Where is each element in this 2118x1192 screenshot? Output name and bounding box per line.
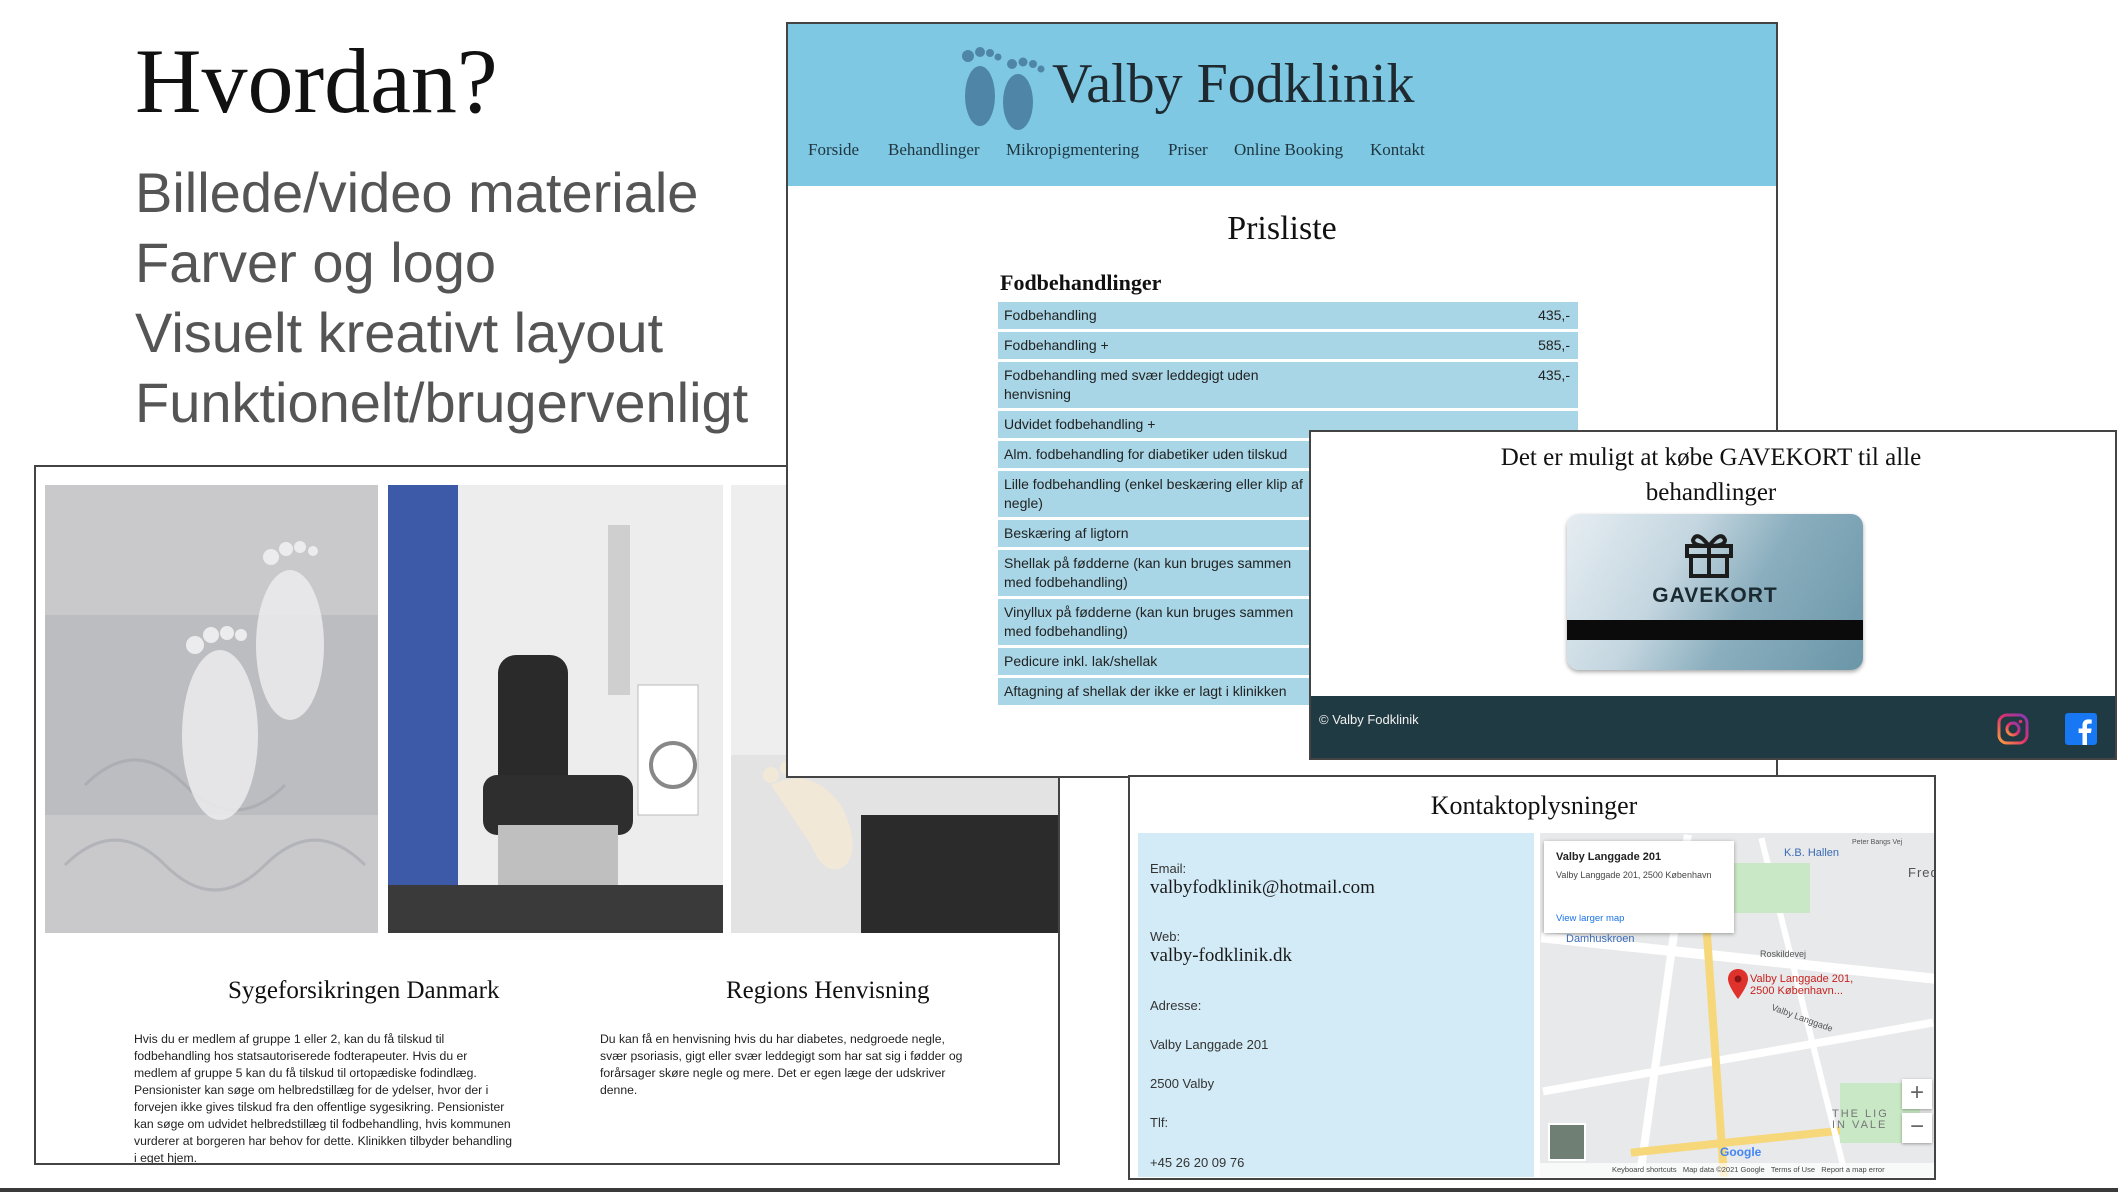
- gift-card-text: Det er muligt at købe GAVEKORT til alle …: [1500, 444, 1922, 506]
- facebook-icon[interactable]: [2065, 713, 2097, 745]
- gift-card-image[interactable]: GAVEKORT: [1567, 514, 1863, 670]
- price-section-heading: Fodbehandlinger: [1000, 270, 1162, 295]
- map-label-kb-hallen: K.B. Hallen: [1784, 847, 1840, 859]
- slide-title: Hvordan?: [135, 30, 498, 132]
- address-line2: 2500 Valby: [1150, 1076, 1215, 1091]
- col1-heading: Sygeforsikringen Danmark: [228, 977, 500, 1004]
- nav-kontakt[interactable]: Kontakt: [1370, 140, 1425, 160]
- map-zoom-in-button[interactable]: +: [1902, 1079, 1932, 1109]
- contact-title: Kontaktoplysninger: [1430, 791, 1638, 820]
- price-row: Fodbehandling med svær leddegigt uden he…: [998, 362, 1578, 411]
- phone-link[interactable]: +45 26 20 09 76: [1150, 1155, 1244, 1170]
- bullet-2: Farver og logo: [135, 231, 497, 294]
- gift-card-stripe: [1567, 620, 1863, 640]
- map-pin-label: Valby Langgade 201, 2500 København...: [1750, 973, 1854, 997]
- gift-card-label: GAVEKORT: [1652, 584, 1778, 607]
- phone-label: Tlf:: [1150, 1115, 1169, 1130]
- map-label-roskildevej: Roskildevej: [1760, 949, 1807, 959]
- view-larger-map-link[interactable]: View larger map: [1556, 913, 1624, 924]
- gift-card-screenshot: Det er muligt at købe GAVEKORT til alle …: [1309, 430, 2117, 760]
- map-label-damhuskroen: Damhuskroen: [1566, 933, 1635, 945]
- map-info-popup: Valby Langgade 201 Valby Langgade 201, 2…: [1544, 841, 1734, 933]
- nav-forside[interactable]: Forside: [808, 140, 859, 160]
- nav-mikropigmentering[interactable]: Mikropigmentering: [1006, 140, 1139, 160]
- map-footer: Keyboard shortcuts Map data ©2021 Google…: [1540, 1163, 1934, 1177]
- gift-box-icon: [1685, 534, 1733, 578]
- col2-text: Du kan få en henvisning hvis du har diab…: [600, 1032, 963, 1097]
- address-label: Adresse:: [1150, 998, 1202, 1013]
- footer-copyright: © Valby Fodklinik: [1319, 712, 1419, 727]
- feet-logo-icon: [962, 47, 1045, 130]
- price-list-title: Prisliste: [1227, 210, 1337, 247]
- window-feet-photo: [45, 485, 378, 933]
- google-map[interactable]: Valby Langgade 201 Valby Langgade 201, 2…: [1540, 833, 1936, 1177]
- nav-behandlinger[interactable]: Behandlinger: [888, 140, 980, 160]
- bullet-1: Billede/video materiale: [135, 161, 699, 224]
- site-header: Valby Fodklinik Forside Behandlinger Mik…: [788, 24, 1776, 186]
- bullet-3: Visuelt kreativt layout: [135, 301, 664, 364]
- col2-heading: Regions Henvisning: [726, 977, 930, 1004]
- popup-address: Valby Langgade 201, 2500 København: [1556, 870, 1712, 880]
- site-brand-title: Valby Fodklinik: [1052, 53, 1415, 115]
- map-pin-icon[interactable]: [1728, 969, 1748, 999]
- price-row: Fodbehandling +585,-: [998, 332, 1578, 362]
- email-label: Email:: [1150, 861, 1187, 876]
- site-footer: © Valby Fodklinik: [1311, 696, 2115, 758]
- google-logo: Google: [1720, 1145, 1762, 1159]
- map-label-the-lig-in-vale: THE LIG IN VALE: [1832, 1108, 1889, 1131]
- contact-screenshot: Kontaktoplysninger Email: valbyfodklinik…: [1128, 775, 1936, 1180]
- web-label: Web:: [1150, 929, 1181, 944]
- instagram-icon[interactable]: [1997, 713, 2029, 745]
- map-satellite-toggle[interactable]: [1548, 1123, 1586, 1161]
- treatment-chair-photo: [388, 485, 723, 933]
- web-link[interactable]: valby-fodklinik.dk: [1150, 945, 1292, 967]
- bullet-4: Funktionelt/brugervenligt: [135, 371, 749, 434]
- col1-text: Hvis du er medlem af gruppe 1 eller 2, k…: [134, 1032, 513, 1165]
- map-label-fred: Fred: [1908, 865, 1936, 880]
- map-zoom-out-button[interactable]: −: [1902, 1113, 1932, 1143]
- slide-bottom-border: [0, 1188, 2118, 1192]
- nav-priser[interactable]: Priser: [1168, 140, 1208, 160]
- popup-title: Valby Langgade 201: [1556, 851, 1662, 863]
- nav-online-booking[interactable]: Online Booking: [1234, 140, 1343, 160]
- contact-info: Email: valbyfodklinik@hotmail.com Web: v…: [1138, 833, 1534, 1177]
- map-label-peter-bangs-vej: Peter Bangs Vej: [1852, 839, 1903, 846]
- price-row: Fodbehandling 435,-: [998, 302, 1578, 332]
- address-line1: Valby Langgade 201: [1150, 1037, 1269, 1052]
- email-link[interactable]: valbyfodklinik@hotmail.com: [1150, 877, 1375, 899]
